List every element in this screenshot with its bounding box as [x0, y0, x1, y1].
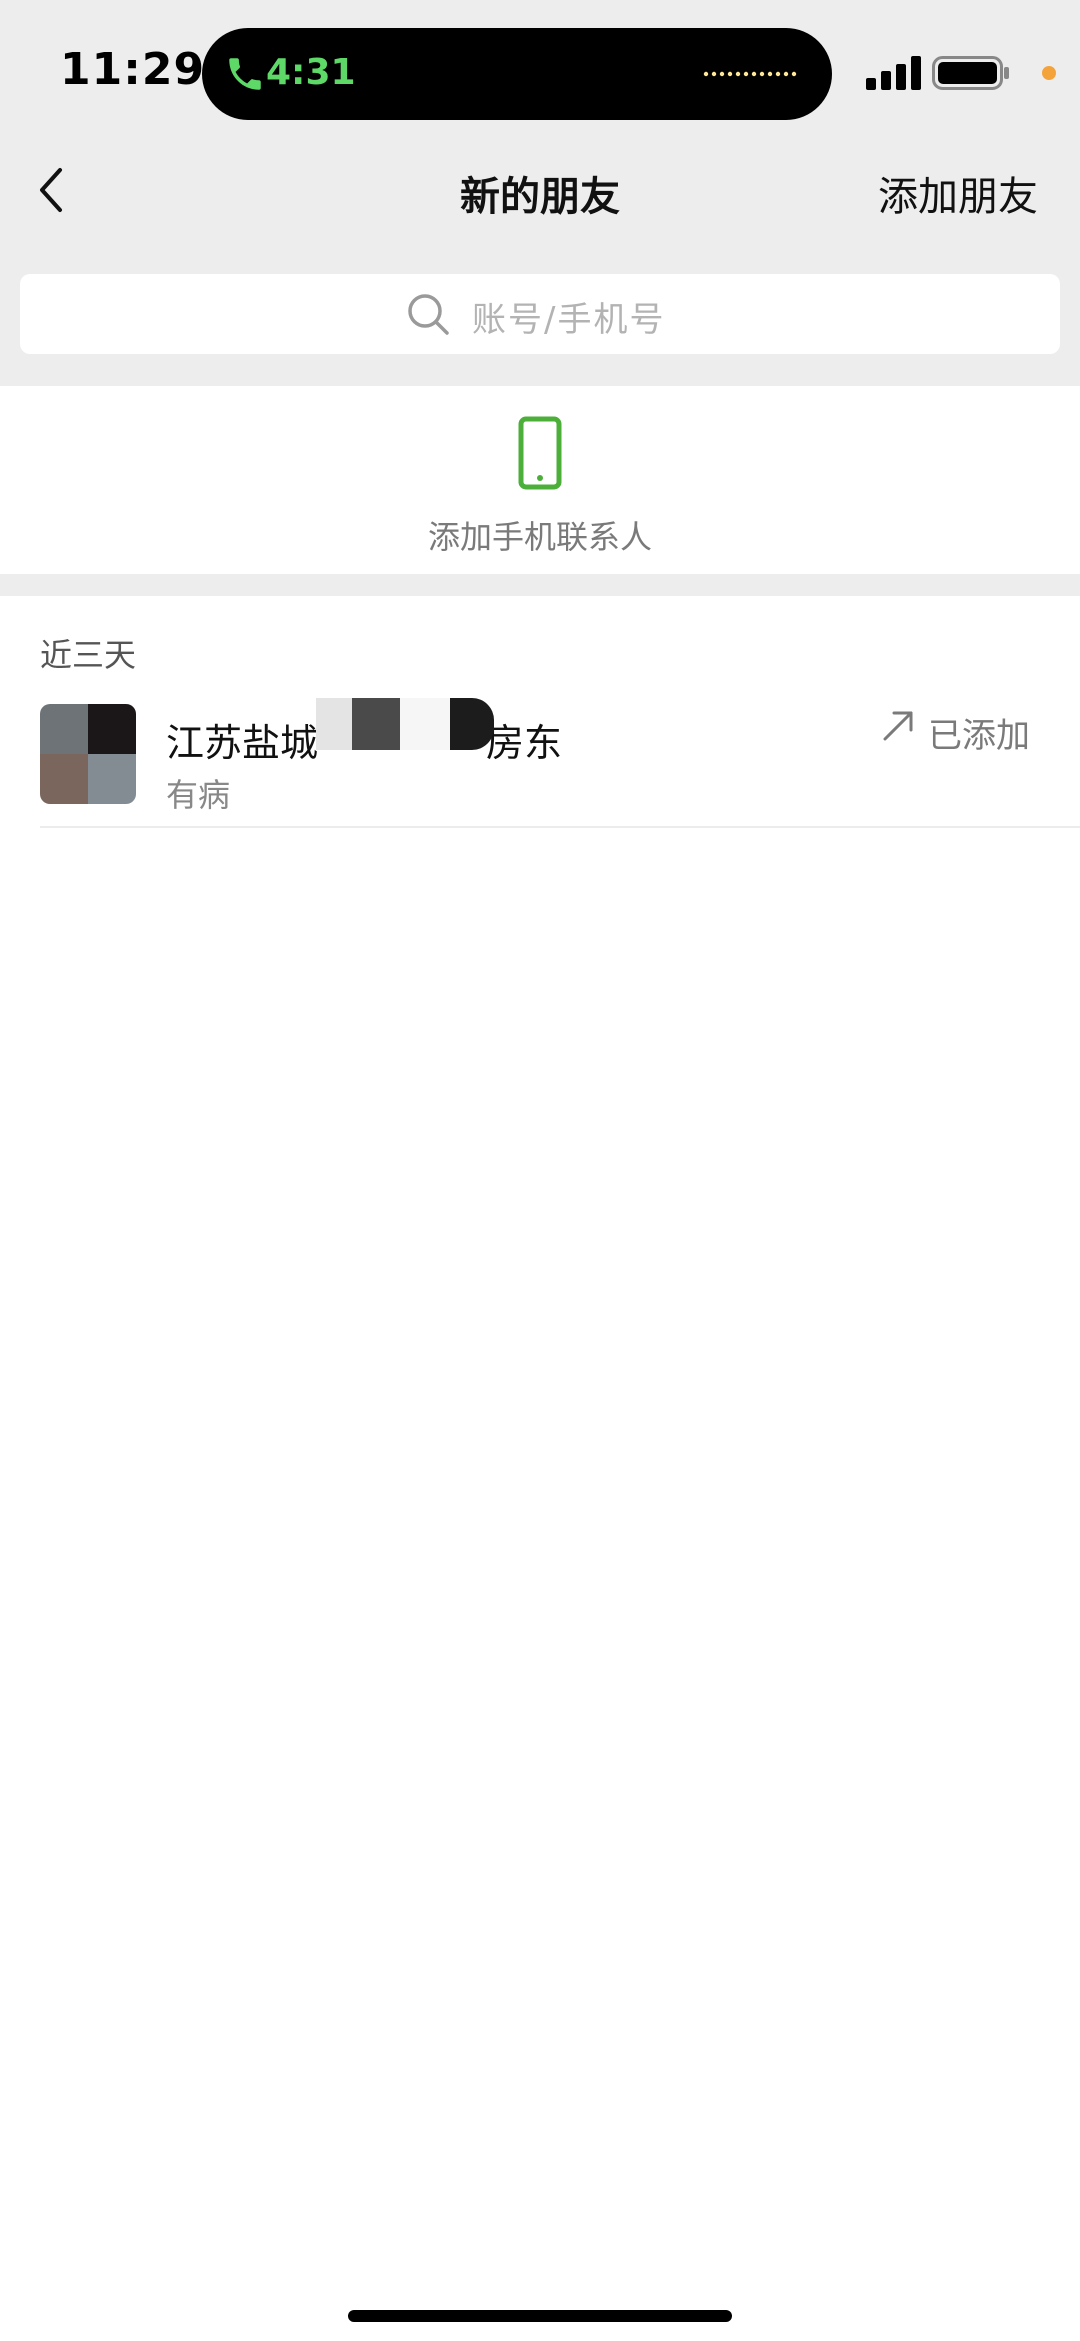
- privacy-indicator-dot: [1042, 66, 1056, 80]
- add-friend-button[interactable]: 添加朋友: [878, 164, 1038, 222]
- friend-name-prefix: 江苏盐城: [166, 721, 319, 765]
- friend-name-suffix: 房东: [486, 721, 563, 765]
- friend-request-row[interactable]: 江苏盐城 房东 有病 已添加: [0, 690, 1080, 828]
- redaction-block: [352, 698, 400, 750]
- search-placeholder: 账号/手机号: [472, 300, 666, 340]
- row-divider: [40, 826, 1080, 828]
- friend-message: 有病: [166, 776, 231, 814]
- redaction-block: [400, 698, 450, 750]
- section-divider: [0, 574, 1080, 596]
- mobile-phone-icon: [518, 416, 562, 490]
- phone-call-icon: [229, 58, 261, 90]
- redaction-block: [316, 698, 352, 750]
- battery-icon: [932, 56, 1009, 90]
- add-phone-contacts-button[interactable]: 添加手机联系人: [0, 386, 1080, 574]
- section-title-recent: 近三天: [40, 636, 137, 674]
- status-time: 11:29: [60, 44, 206, 95]
- call-duration: 4:31: [266, 52, 356, 93]
- cellular-signal-icon: [866, 56, 921, 90]
- add-phone-contacts-label: 添加手机联系人: [427, 518, 652, 556]
- search-input[interactable]: 账号/手机号: [20, 274, 1060, 354]
- audio-waveform-icon: [703, 71, 797, 77]
- search-icon: [408, 294, 449, 335]
- redaction-block: [450, 698, 494, 750]
- dynamic-island-call[interactable]: 4:31: [202, 28, 832, 120]
- home-indicator[interactable]: [348, 2310, 732, 2322]
- avatar: [40, 704, 136, 804]
- arrow-up-right-icon: [883, 711, 913, 741]
- added-status: 已添加: [928, 716, 1030, 756]
